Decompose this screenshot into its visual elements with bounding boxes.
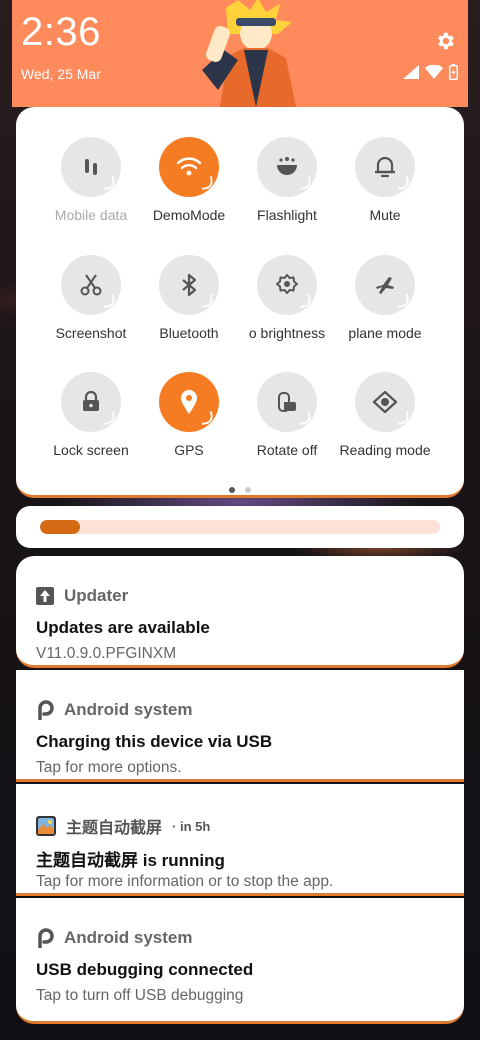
notification-auto-screenshot-app[interactable]: 主题自动截屏 · in 5h 主题自动截屏 is running Tap for… — [16, 784, 464, 896]
status-icons — [403, 64, 458, 80]
tile-mobile-data[interactable]: Mobile data — [42, 137, 140, 223]
tile-bluetooth[interactable]: Bluetooth — [140, 255, 238, 341]
tile-label: Screenshot — [55, 325, 127, 341]
notification-app-name: Android system — [64, 928, 193, 947]
signal-icon — [403, 65, 419, 79]
app-thumbnail-icon — [36, 816, 56, 836]
notification-text: Tap to turn off USB debugging — [36, 987, 244, 1004]
eye-icon[interactable] — [355, 372, 415, 432]
notification-app-name: Android system — [64, 700, 193, 719]
notification-text: V11.0.9.0.PFGINXM — [36, 645, 177, 662]
settings-gear-icon[interactable] — [434, 30, 456, 52]
tile-lock-screen[interactable]: Lock screen — [42, 372, 140, 458]
tile-label: GPS — [174, 442, 204, 458]
header-character-art — [202, 0, 296, 107]
page-indicator — [16, 487, 464, 493]
quick-settings-panel: Mobile data DemoMode Flashlight Mute Scr… — [16, 107, 464, 498]
notification-header-row: 主题自动截屏 · in 5h — [36, 814, 210, 838]
scissors-icon[interactable] — [61, 255, 121, 315]
tile-label: Flashlight — [257, 207, 317, 223]
tile-label: Lock screen — [53, 442, 129, 458]
tile-label: DemoMode — [152, 207, 226, 223]
tile-mute[interactable]: Mute — [336, 137, 434, 223]
notification-android-system-usb-debugging[interactable]: Android system USB debugging connected T… — [16, 898, 464, 1024]
notification-header-row: Android system — [36, 700, 192, 720]
battery-charging-icon — [449, 64, 458, 80]
notification-app-name: 主题自动截屏 — [66, 820, 163, 837]
android-p-icon — [38, 700, 54, 720]
tile-gps[interactable]: GPS — [140, 372, 238, 458]
notification-android-system-usb-charging[interactable]: Android system Charging this device via … — [16, 670, 464, 782]
airplane-icon[interactable] — [355, 255, 415, 315]
page-dot-1[interactable] — [229, 487, 235, 493]
tile-auto-brightness[interactable]: o brightness — [238, 255, 336, 341]
notification-title: USB debugging connected — [36, 960, 254, 979]
notification-header-row: Android system — [36, 928, 192, 948]
date[interactable]: Wed, 25 Mar — [21, 66, 101, 82]
tile-label: Rotate off — [256, 442, 318, 458]
brightness-panel — [16, 506, 464, 548]
brightness-slider-fill — [40, 520, 80, 534]
tile-screenshot[interactable]: Screenshot — [42, 255, 140, 341]
brightness-slider[interactable] — [40, 520, 440, 534]
bell-icon[interactable] — [355, 137, 415, 197]
rotate-icon[interactable] — [257, 372, 317, 432]
notification-text: Tap for more information or to stop the … — [36, 873, 334, 890]
bluetooth-icon[interactable] — [159, 255, 219, 315]
tile-demomode[interactable]: DemoMode — [140, 137, 238, 223]
notification-title: 主题自动截屏 is running — [36, 851, 225, 870]
tile-label: Reading mode — [339, 442, 431, 458]
tile-label: Bluetooth — [159, 325, 219, 341]
tile-flashlight[interactable]: Flashlight — [238, 137, 336, 223]
tile-airplane-mode[interactable]: plane mode — [336, 255, 434, 341]
tile-label: o brightness — [248, 325, 326, 341]
notification-title: Charging this device via USB — [36, 732, 273, 751]
android-p-icon — [38, 928, 54, 948]
notification-title: Updates are available — [36, 618, 210, 637]
tile-label: plane mode — [348, 325, 422, 341]
tile-reading-mode[interactable]: Reading mode — [336, 372, 434, 458]
notification-header-row: Updater — [36, 586, 128, 606]
wifi-icon — [425, 65, 443, 79]
tile-label: Mute — [369, 207, 401, 223]
notification-app-name: Updater — [64, 586, 129, 605]
wifi-icon[interactable] — [159, 137, 219, 197]
lock-icon[interactable] — [61, 372, 121, 432]
notification-header: 2:36 Wed, 25 Mar — [12, 0, 468, 107]
location-pin-icon[interactable] — [159, 372, 219, 432]
page-dot-2[interactable] — [245, 487, 251, 493]
tile-rotate[interactable]: Rotate off — [238, 372, 336, 458]
tile-label: Mobile data — [54, 207, 128, 223]
clock[interactable]: 2:36 — [21, 10, 101, 55]
notification-time: · in 5h — [172, 818, 211, 834]
arrow-up-icon — [36, 587, 54, 605]
brightness-gear-icon[interactable] — [257, 255, 317, 315]
mobile-data-icon[interactable] — [61, 137, 121, 197]
notification-text: Tap for more options. — [36, 759, 182, 776]
notification-updater[interactable]: Updater Updates are available V11.0.9.0.… — [16, 556, 464, 668]
flashlight-icon[interactable] — [257, 137, 317, 197]
